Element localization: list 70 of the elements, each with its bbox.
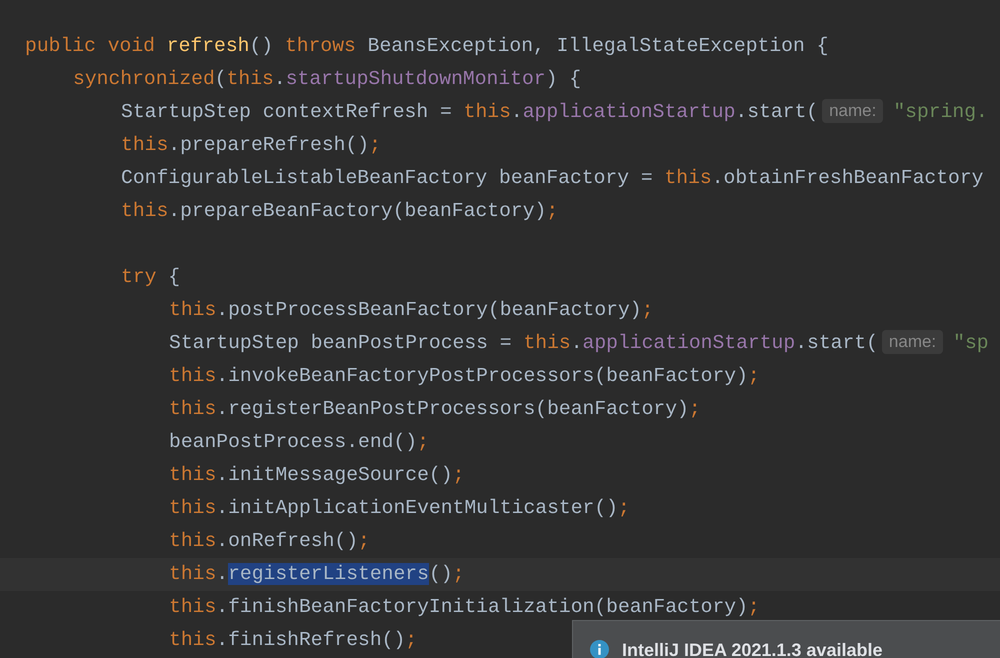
keyword: this [523, 332, 571, 354]
info-icon [590, 640, 609, 658]
code-text: .finishBeanFactoryInitialization(beanFactory) [216, 596, 748, 618]
semicolon: ; [688, 398, 701, 420]
keyword: this [121, 134, 168, 156]
code-text: .start( [795, 332, 878, 354]
code-text: .postProcessBeanFactory(beanFactory) [216, 299, 642, 321]
code-text: { [167, 266, 180, 288]
code-text: .prepareBeanFactory(beanFactory) [168, 200, 546, 222]
selected-text: registerListeners [228, 563, 429, 585]
keyword: this [169, 365, 216, 387]
code-text: ConfigurableListableBeanFactory beanFactory = [121, 167, 654, 189]
keyword: this [169, 497, 216, 519]
keyword: this [169, 464, 216, 486]
keyword: this [664, 167, 712, 189]
semicolon: ; [452, 563, 464, 585]
semicolon: ; [748, 596, 760, 618]
string-literal: "sp [953, 332, 989, 354]
keyword: this [464, 101, 511, 123]
field-name: applicationStartup [522, 101, 736, 123]
keyword: try [121, 266, 156, 288]
field-name: applicationStartup [582, 332, 796, 354]
code-text: () [428, 563, 453, 585]
code-text: .invokeBeanFactoryPostProcessors(beanFactory) [216, 365, 748, 387]
semicolon: ; [642, 299, 654, 321]
method-name: refresh [166, 35, 250, 57]
keyword: this [226, 68, 274, 90]
code-text: () [249, 35, 274, 57]
notification-title: IntelliJ IDEA 2021.1.3 available [622, 639, 882, 658]
code-text: ) { [546, 68, 582, 90]
code-text: BeansException, IllegalStateException { [366, 35, 828, 57]
keyword: synchronized [73, 68, 215, 90]
semicolon: ; [369, 134, 381, 156]
keyword: this [169, 596, 216, 618]
code-text: StartupStep beanPostProcess = [169, 332, 513, 354]
code-text: .obtainFreshBeanFactory [712, 167, 984, 189]
code-text: .finishRefresh() [216, 629, 406, 651]
code-text: .initApplicationEventMulticaster() [216, 497, 618, 519]
notification-panel[interactable]: IntelliJ IDEA 2021.1.3 available [572, 620, 1000, 658]
semicolon: ; [405, 629, 418, 651]
keyword: this [121, 200, 168, 222]
keyword: this [169, 299, 216, 321]
keyword: this [169, 629, 216, 651]
semicolon: ; [546, 200, 558, 222]
keyword: throws [284, 35, 356, 57]
semicolon: ; [417, 431, 429, 453]
field-name: startupShutdownMonitor [286, 68, 546, 90]
code-text: .start( [735, 101, 818, 123]
code-text: .prepareRefresh() [168, 134, 370, 156]
code-text: .initMessageSource() [216, 464, 453, 486]
keyword: this [169, 398, 216, 420]
string-literal: "spring. [893, 101, 988, 123]
parameter-hint: name: [882, 330, 944, 354]
code-text: . [274, 68, 286, 90]
code-text: beanPostProcess.end() [169, 431, 418, 453]
semicolon: ; [452, 464, 464, 486]
parameter-hint: name: [822, 99, 884, 123]
code-text: StartupStep contextRefresh = [121, 101, 453, 123]
code-text: ( [214, 68, 227, 90]
code-text: . [570, 332, 583, 354]
semicolon: ; [618, 497, 630, 519]
semicolon: ; [748, 365, 760, 387]
code-text: .onRefresh() [216, 530, 358, 552]
semicolon: ; [358, 530, 370, 552]
code-text: . [216, 563, 228, 585]
code-text: . [510, 101, 523, 123]
keyword: this [169, 530, 216, 552]
keyword: public void [25, 35, 156, 57]
code-text: .registerBeanPostProcessors(beanFactory) [216, 398, 689, 420]
keyword: this [169, 563, 216, 585]
